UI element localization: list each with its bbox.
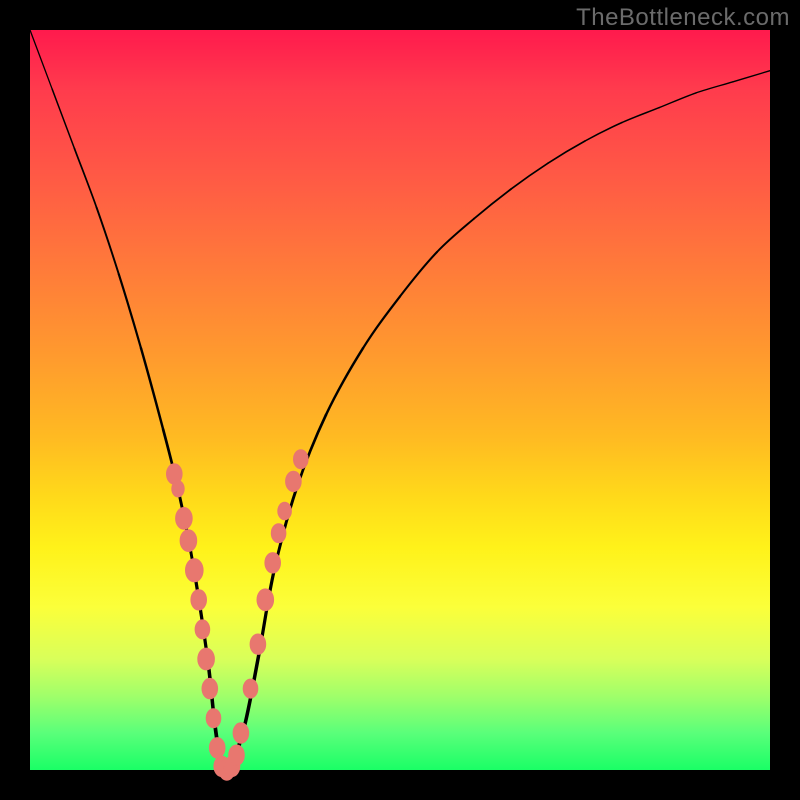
marker-dot: [271, 524, 286, 543]
marker-dot: [202, 678, 218, 698]
marker-dot: [257, 589, 274, 611]
marker-dot: [265, 553, 281, 573]
marker-dot: [180, 530, 197, 552]
marker-dot: [195, 620, 210, 639]
curve-layer: [30, 30, 770, 770]
marker-dot: [209, 738, 225, 758]
marker-dot: [176, 508, 193, 530]
marker-dot: [278, 502, 292, 520]
marker-dot: [243, 679, 258, 698]
marker-dot: [294, 450, 309, 469]
chart-frame: TheBottleneck.com: [0, 0, 800, 800]
marker-dot: [229, 745, 245, 765]
marker-dot: [191, 590, 207, 610]
watermark-text: TheBottleneck.com: [576, 4, 790, 32]
marker-dot: [286, 471, 302, 491]
highlighted-points: [167, 450, 309, 781]
marker-dot: [250, 634, 266, 654]
marker-dot: [206, 709, 221, 728]
marker-dot: [233, 723, 249, 743]
bottleneck-curve: [30, 30, 770, 776]
marker-dot: [198, 648, 215, 670]
marker-dot: [186, 559, 204, 582]
marker-dot: [172, 481, 184, 497]
